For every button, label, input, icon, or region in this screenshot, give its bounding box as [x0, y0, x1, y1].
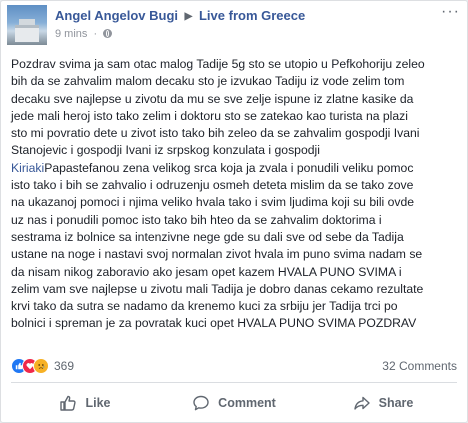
post-text-line: na ukazanoj pomoci i njima veliko hvala …	[11, 195, 415, 210]
post-text-line: ustane na noge i nastavi svoj normalan z…	[11, 247, 423, 262]
reaction-count[interactable]: 369	[54, 359, 74, 373]
post-text-line: isto tako i bih se zahvalio i odruzenju …	[11, 178, 414, 193]
post-text-line: bolnici i spreman je za povratak kuci op…	[11, 316, 417, 331]
post-text-line: jede mali heroj isto tako zelim i doktor…	[11, 108, 408, 123]
post-text-line: Stanojevic i gospodji Ivani iz srpskog k…	[11, 143, 320, 158]
post-text-line: bih da se zahvalim malom decaku sto je i…	[11, 74, 405, 89]
privacy-globe-icon[interactable]	[103, 29, 113, 38]
mention-link[interactable]: Kiriaki	[11, 161, 44, 175]
actions-divider	[11, 382, 457, 383]
post-text-line: zelim vam sve najlepse u zivotu mali Tad…	[11, 281, 424, 296]
like-label: Like	[85, 396, 111, 410]
reactions-bar: 369 32 Comments	[11, 356, 457, 376]
post-text-line: sto mi povratio dete u zivot isto tako b…	[11, 126, 420, 141]
sad-reaction-icon[interactable]	[33, 358, 49, 374]
post-body: Pozdrav svima ja sam otac malog Tadije 5…	[11, 56, 457, 333]
author-avatar[interactable]	[7, 5, 47, 45]
comment-button[interactable]: Comment	[160, 387, 308, 419]
feed-post: Angel Angelov Bugi ▶ Live from Greece 9 …	[0, 0, 468, 423]
post-text-fragment: Papastefanou zena velikog srca koja ja z…	[44, 160, 414, 175]
like-thumb-icon	[60, 395, 77, 411]
post-timestamp[interactable]: 9 mins	[55, 28, 87, 40]
share-label: Share	[378, 396, 414, 410]
share-button[interactable]: Share	[309, 387, 457, 419]
group-arrow-icon: ▶	[184, 11, 193, 22]
post-text-line: sestrama iz bolnice sa intenzivne nege g…	[11, 229, 404, 244]
like-button[interactable]: Like	[11, 387, 159, 419]
post-text-line: decaku sve najlepse u zivotu da mu se sv…	[11, 91, 414, 106]
group-name-link[interactable]: Live from Greece	[199, 8, 305, 23]
post-text-line: Pozdrav svima ja sam otac malog Tadije 5…	[11, 57, 425, 71]
post-header: Angel Angelov Bugi ▶ Live from Greece 9 …	[7, 4, 462, 47]
comment-label: Comment	[218, 396, 276, 410]
post-text-line-mention: KiriakiPapastefanou zena velikog srca ko…	[11, 160, 457, 177]
share-arrow-icon	[353, 396, 370, 410]
more-options-icon[interactable]: ···	[441, 4, 460, 20]
post-meta: 9 mins ·	[55, 28, 113, 40]
comment-bubble-icon	[193, 395, 209, 411]
post-text-line: uz nas i ponudili pomoc isto tako bih ht…	[11, 212, 382, 227]
post-text-line: da nisam nikog zaboravio ako jesam opet …	[11, 264, 402, 279]
comments-count-link[interactable]: 32 Comments	[382, 359, 457, 373]
post-title-line: Angel Angelov Bugi ▶ Live from Greece	[55, 8, 305, 23]
post-actions: Like Comment Share	[11, 387, 457, 419]
meta-separator: ·	[93, 28, 98, 40]
avatar-building	[15, 25, 39, 42]
author-name-link[interactable]: Angel Angelov Bugi	[55, 8, 178, 23]
post-text-line: krvi tako da sutra se nadamo da krenemo …	[11, 299, 398, 314]
